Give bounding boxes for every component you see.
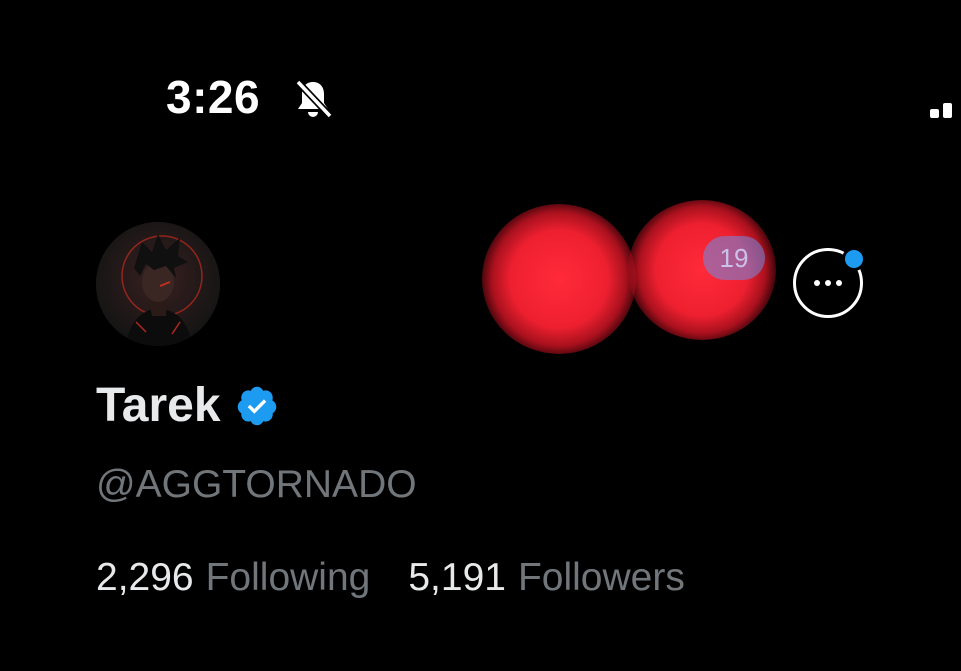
avatar[interactable] [96,222,220,346]
profile-name-row: Tarek [96,378,279,434]
following-label: Following [205,556,371,599]
more-options-icon [814,280,842,286]
verified-badge-icon[interactable] [235,384,279,428]
signal-icon [930,103,952,118]
following-count: 2,296 [96,556,194,599]
status-time: 3:26 [166,71,261,123]
follow-stats: 2,296 Following 5,191 Followers [96,555,723,601]
redacted-action-button[interactable] [482,204,636,354]
notification-badge: 19 [703,236,765,280]
followers-link[interactable]: 5,191 Followers [408,555,684,601]
followers-label: Followers [517,556,685,599]
following-link[interactable]: 2,296 Following [96,555,370,601]
profile-name: Tarek [96,379,221,432]
profile-handle: @AGGTORNADO [96,463,417,506]
avatar-image [96,222,220,346]
followers-count: 5,191 [408,556,506,599]
bell-slash-icon [295,79,333,119]
new-indicator-dot [842,247,866,271]
